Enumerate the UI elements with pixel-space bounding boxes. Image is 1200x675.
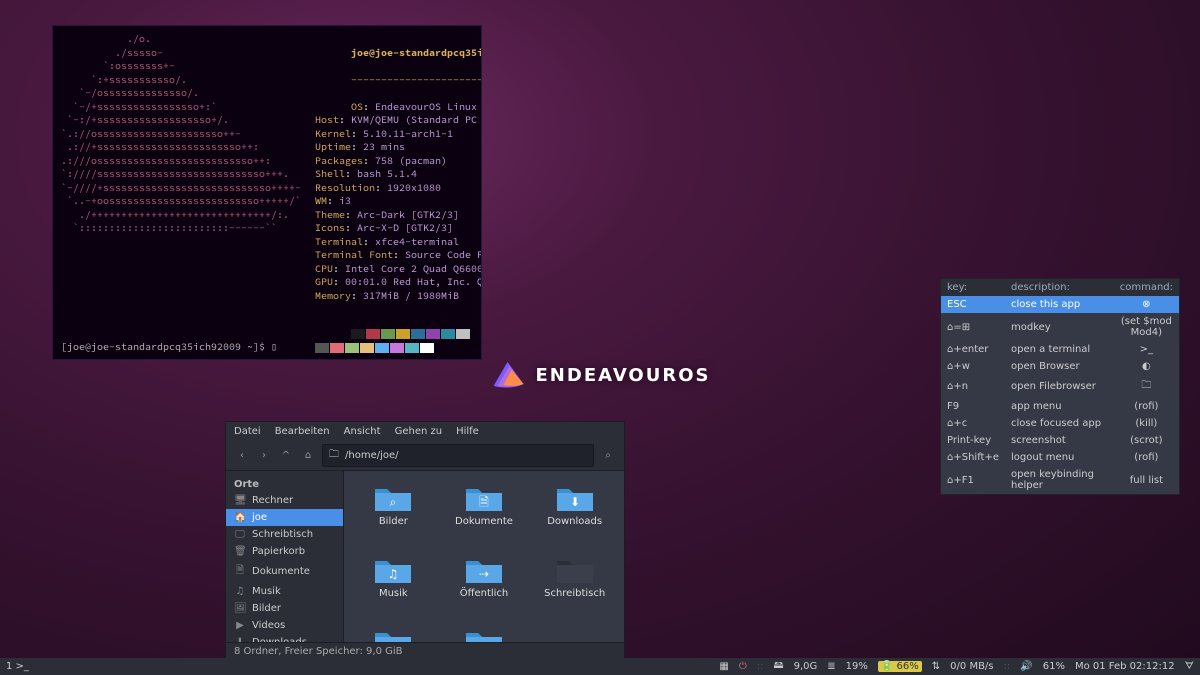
battery-level: 66% — [897, 661, 919, 672]
help-row[interactable]: F9app menu(rofi) — [941, 398, 1179, 415]
neofetch-header: joe@joe-standardpcq35ich92009 — [351, 46, 482, 59]
svg-text:♫: ♫ — [388, 567, 399, 581]
folder-musik[interactable]: ♫Musik — [348, 551, 439, 619]
menu-gehen zu[interactable]: Gehen zu — [395, 426, 443, 437]
help-header-cmd: command: — [1114, 279, 1179, 296]
battery-icon: 🔋 — [881, 661, 893, 672]
cpu-icon: ≣ — [827, 661, 835, 672]
help-row[interactable]: ⌂+Shift+elogout menu(rofi) — [941, 449, 1179, 466]
help-row[interactable]: ⌂+enteropen a terminal>_ — [941, 341, 1179, 358]
videos-icon: ▶ — [234, 620, 246, 631]
help-header-key: key: — [941, 279, 1005, 296]
tray-icon[interactable]: ᗊ — [1185, 661, 1194, 672]
sidebar-item-bilder[interactable]: 🖼Bilder — [226, 600, 343, 617]
rechner-icon: 🖥 — [234, 495, 246, 506]
logo-text: ENDEAVOUROS — [536, 365, 711, 386]
sidebar-item-musik[interactable]: ♫Musik — [226, 583, 343, 600]
svg-text:⌕: ⌕ — [390, 495, 397, 509]
cpu-usage: 19% — [846, 661, 868, 672]
terminal-window[interactable]: ./o. ./sssso- `:osssssss+- `:+ssssssssss… — [52, 25, 482, 360]
svg-text:⬇: ⬇ — [570, 495, 580, 509]
disk-icon: 🖴 — [774, 658, 784, 675]
help-row[interactable]: ESCclose this app⊗ — [941, 296, 1179, 313]
terminal-prompt[interactable]: [joe@joe-standardpcq35ich92009 ~]$ ▯ — [61, 340, 277, 354]
sidebar-item-joe[interactable]: 🏠joe — [226, 509, 343, 526]
help-row[interactable]: Print-keyscreenshot(scrot) — [941, 432, 1179, 449]
home-button[interactable]: ⌂ — [300, 450, 316, 461]
help-row[interactable]: ⌂+wopen Browser◐ — [941, 358, 1179, 375]
up-button[interactable]: ^ — [278, 450, 294, 461]
disk-free: 9,0G — [794, 661, 818, 672]
volume-icon: 🔊 — [1020, 661, 1032, 672]
file-manager-window[interactable]: Datei Bearbeiten Ansicht Gehen zu Hilfe ‹ › … — [225, 421, 625, 661]
search-button[interactable]: ⌕ — [600, 450, 616, 461]
help-row[interactable]: ⌂=⊞modkey(set $mod Mod4) — [941, 313, 1179, 341]
help-row[interactable]: ⌂+cclose focused app(kill) — [941, 415, 1179, 432]
folder-icon: 🗀 — [329, 447, 339, 464]
help-row[interactable]: ⌂+F1open keybinding helperfull list — [941, 466, 1179, 494]
neofetch-ascii: ./o. ./sssso- `:osssssss+- `:+ssssssssss… — [61, 32, 301, 360]
menu-hilfe[interactable]: Hilfe — [456, 426, 479, 437]
net-speed: 0/0 MB/s — [950, 661, 993, 672]
neofetch-info: joe@joe-standardpcq35ich92009 ----------… — [315, 32, 482, 360]
folder-dokumente[interactable]: 🗎Dokumente — [439, 479, 530, 547]
places-header: Orte — [226, 475, 343, 492]
sidebar-item-dokumente[interactable]: 🗎Dokumente — [226, 560, 343, 583]
help-row[interactable]: ⌂+nopen Filebrowser🗀 — [941, 375, 1179, 398]
workspace-indicator[interactable]: 1 >_ — [6, 661, 29, 672]
folder-öffentlich[interactable]: ⇢Öffentlich — [439, 551, 530, 619]
sidebar-item-rechner[interactable]: 🖥Rechner — [226, 492, 343, 509]
dokumente-icon: 🗎 — [234, 563, 246, 580]
svg-text:🗎: 🗎 — [479, 495, 489, 509]
menu-datei[interactable]: Datei — [234, 426, 261, 437]
clock: Mo 01 Feb 02:12:12 — [1075, 661, 1175, 672]
folder-videos[interactable]: ▶Videos — [348, 623, 439, 642]
endeavouros-logo-icon — [490, 360, 528, 390]
location-path: /home/joe/ — [345, 450, 399, 461]
menu-bearbeiten[interactable]: Bearbeiten — [275, 426, 330, 437]
svg-text:⇢: ⇢ — [479, 567, 489, 581]
volume-level: 61% — [1043, 661, 1065, 672]
location-bar[interactable]: 🗀 /home/joe/ — [322, 444, 594, 467]
sidebar-item-downloads[interactable]: ⬇Downloads — [226, 634, 343, 642]
taskbar: 1 >_ ▦ ⏻ :: 🖴 9,0G ≣ 19% 🔋 66% ⇅ 0/0 MB/… — [0, 658, 1200, 675]
file-manager-menubar: Datei Bearbeiten Ansicht Gehen zu Hilfe — [226, 422, 624, 441]
sidebar-item-videos[interactable]: ▶Videos — [226, 617, 343, 634]
keybinding-help-window[interactable]: key: description: command: ESCclose this… — [940, 278, 1180, 495]
folder-downloads[interactable]: ⬇Downloads — [529, 479, 620, 547]
endeavouros-logo: ENDEAVOUROS — [490, 360, 711, 390]
folder-schreibtisch[interactable]: Schreibtisch — [529, 551, 620, 619]
back-button[interactable]: ‹ — [234, 450, 250, 461]
net-icon: ⇅ — [932, 661, 940, 672]
menu-ansicht[interactable]: Ansicht — [344, 426, 381, 437]
folder-vorlagen[interactable]: ◺Vorlagen — [439, 623, 530, 642]
bilder-icon: 🖼 — [234, 603, 246, 614]
papierkorb-icon: 🗑 — [234, 546, 246, 557]
appmenu-icon[interactable]: ▦ — [719, 661, 728, 672]
file-manager-toolbar: ‹ › ^ ⌂ 🗀 /home/joe/ ⌕ — [226, 441, 624, 471]
musik-icon: ♫ — [234, 586, 246, 597]
folder-grid: ⌕Bilder🗎Dokumente⬇Downloads ♫Musik⇢Öffent… — [344, 471, 624, 642]
sidebar-item-schreibtisch[interactable]: 🖵Schreibtisch — [226, 526, 343, 543]
power-icon[interactable]: ⏻ — [739, 661, 747, 672]
help-header-desc: description: — [1005, 279, 1114, 296]
sidebar: Orte 🖥Rechner🏠joe🖵Schreibtisch🗑Papierkor… — [226, 471, 344, 642]
folder-bilder[interactable]: ⌕Bilder — [348, 479, 439, 547]
neofetch-dashes: ----------------------------- — [351, 73, 482, 86]
sidebar-item-papierkorb[interactable]: 🗑Papierkorb — [226, 543, 343, 560]
forward-button[interactable]: › — [256, 450, 272, 461]
joe-icon: 🏠 — [234, 512, 246, 523]
schreibtisch-icon: 🖵 — [234, 529, 246, 540]
